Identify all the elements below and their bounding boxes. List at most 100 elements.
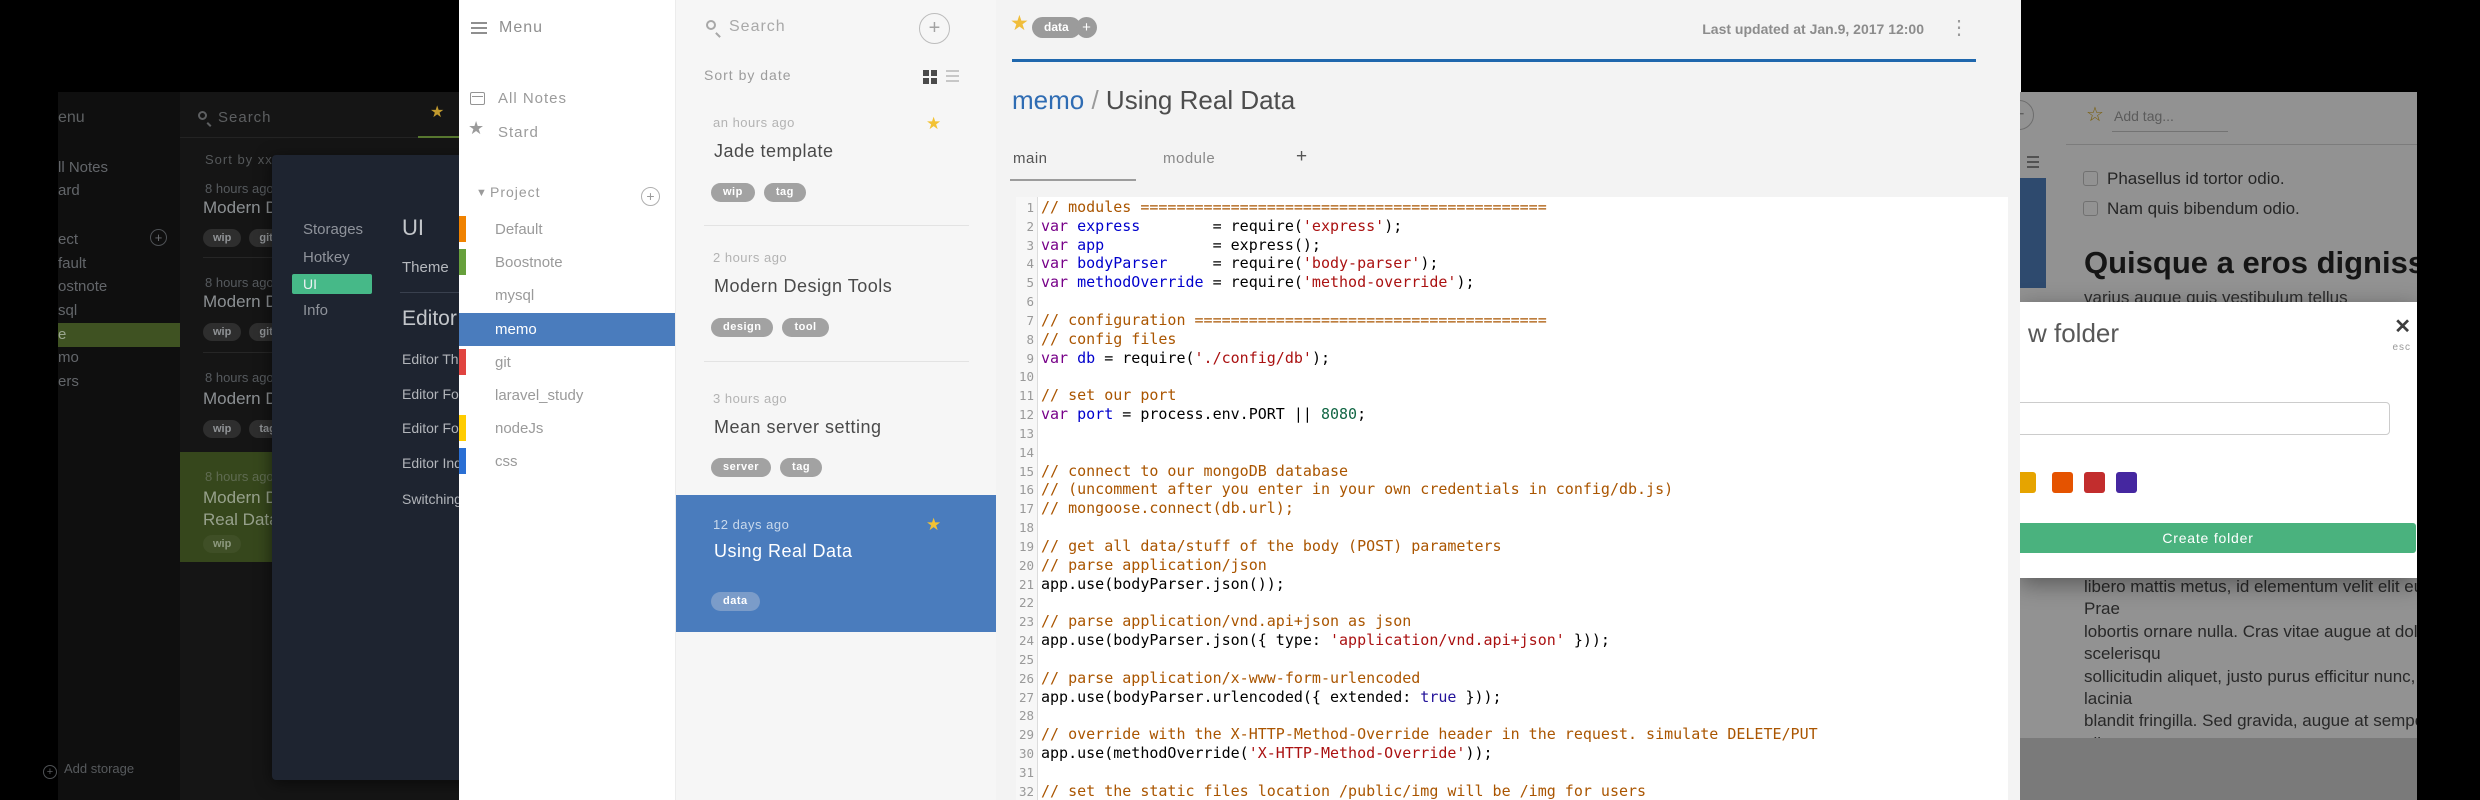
settings-editor-heading: Editor: [402, 307, 457, 330]
dark-sidebar-item[interactable]: ll Notes: [58, 159, 108, 176]
active-tab-underline: [1010, 179, 1136, 181]
sidebar-folder-laravel_study[interactable]: laravel_study: [495, 387, 583, 404]
code-text: var methodOverride = require('method-ove…: [1041, 273, 1475, 292]
code-line: 12 var port = process.env.PORT || 8080;: [1016, 405, 2008, 424]
settings-option: Editor For: [402, 420, 464, 436]
tag-badge[interactable]: wip: [203, 229, 242, 247]
divider: [704, 361, 969, 362]
project-label[interactable]: Project: [490, 184, 541, 200]
code-text: // parse application/x-www-form-urlencod…: [1041, 668, 1421, 687]
note-tags: wip tag: [711, 183, 806, 202]
tag-badge[interactable]: tag: [780, 458, 823, 477]
sidebar-folder-git[interactable]: git: [495, 354, 511, 371]
note-title: Using Real Data: [714, 541, 853, 561]
star-icon[interactable]: ★: [1010, 11, 1029, 36]
chevron-down-icon[interactable]: ▼: [476, 187, 487, 199]
grid-view-icon[interactable]: [923, 70, 929, 76]
search-input[interactable]: Search: [729, 18, 786, 36]
new-folder-modal: w folder ✕ esc Create folder: [2020, 302, 2417, 578]
add-storage-button[interactable]: + Add storage: [43, 761, 134, 779]
code-text: app.use(bodyParser.urlencoded({ extended…: [1041, 687, 1502, 706]
code-line: 13: [1016, 424, 2008, 443]
tag-badge[interactable]: data: [711, 592, 760, 611]
star-icon[interactable]: ★: [926, 114, 941, 134]
sidebar-folder-css[interactable]: css: [495, 453, 518, 470]
add-folder-button[interactable]: +: [641, 187, 660, 206]
dark-sidebar-item[interactable]: sql: [58, 302, 77, 319]
kebab-menu-icon[interactable]: ⋮: [1949, 15, 1969, 40]
tag-badge[interactable]: server: [711, 458, 772, 477]
create-folder-button[interactable]: Create folder: [2020, 523, 2416, 553]
code-text: var express = require('express');: [1041, 216, 1403, 235]
new-tab-button[interactable]: +: [1296, 146, 1307, 168]
star-icon[interactable]: ★: [926, 515, 941, 535]
dark-sort-label[interactable]: Sort by xxx: [205, 152, 280, 167]
sidebar-item-all-notes[interactable]: All Notes: [498, 90, 567, 107]
code-text: var port = process.env.PORT || 8080;: [1041, 405, 1367, 424]
settings-option: Editor The: [402, 351, 467, 367]
dark-sidebar-item[interactable]: mo: [58, 349, 79, 366]
folder-name-input[interactable]: [2020, 402, 2390, 435]
color-swatch[interactable]: [2084, 472, 2105, 493]
code-text: // parse application/vnd.api+json as jso…: [1041, 612, 1412, 631]
menu-label[interactable]: Menu: [499, 19, 543, 37]
code-lines: 1 // modules ============================…: [1016, 198, 2008, 800]
sidebar-folder-nodeJs[interactable]: nodeJs: [495, 420, 543, 437]
dark-sidebar-item[interactable]: ers: [58, 373, 79, 390]
code-text: // connect to our mongoDB database: [1041, 461, 1349, 480]
tag-badge[interactable]: wip: [203, 420, 242, 438]
editor-panel: ★ data + Last updated at Jan.9, 2017 12:…: [996, 0, 2021, 800]
color-swatch[interactable]: [2116, 472, 2137, 493]
list-view-icon[interactable]: [946, 70, 959, 72]
dark-sidebar-item[interactable]: ard: [58, 182, 80, 199]
dark-sidebar-item[interactable]: ect: [58, 231, 78, 248]
sidebar-folder-Boostnote[interactable]: Boostnote: [495, 254, 563, 271]
close-icon[interactable]: ✕: [2394, 314, 2411, 339]
sidebar-item-starred[interactable]: Stard: [498, 124, 539, 141]
code-line: 24 app.use(bodyParser.json({ type: 'appli…: [1016, 631, 2008, 650]
new-note-button[interactable]: +: [919, 13, 950, 44]
color-swatch[interactable]: [2020, 472, 2036, 493]
color-swatch[interactable]: [2052, 472, 2073, 493]
note-title: Using Real Data: [1105, 85, 1296, 115]
add-tag-button[interactable]: +: [1076, 17, 1097, 38]
tag-badge[interactable]: tool: [782, 318, 829, 337]
sidebar-folder-selected[interactable]: memo: [459, 313, 675, 346]
code-editor[interactable]: 1 // modules ============================…: [1016, 197, 2008, 800]
tab-main[interactable]: main: [1013, 150, 1048, 167]
dark-sidebar-item[interactable]: fault: [58, 255, 86, 272]
tag-badge[interactable]: wip: [711, 183, 755, 202]
dark-search-label[interactable]: Search: [218, 109, 272, 126]
modal-title: w folder: [2028, 318, 2120, 348]
code-text: // mongoose.connect(db.url);: [1041, 499, 1294, 518]
note-list-item-selected[interactable]: 12 days ago ★ Using Real Data data: [676, 495, 997, 632]
settings-tab-selected[interactable]: UI: [292, 274, 372, 294]
settings-tab-storages[interactable]: Storages: [303, 221, 363, 238]
sort-selector[interactable]: Sort by date: [704, 67, 792, 83]
note-tag-badge[interactable]: data: [1032, 17, 1081, 38]
star-icon[interactable]: ★: [430, 102, 444, 122]
tab-module[interactable]: module: [1163, 150, 1215, 167]
note-list-panel: Search + Sort by date an hours ago ★ Jade …: [675, 0, 997, 800]
tag-badge[interactable]: wip: [203, 323, 242, 341]
settings-tab-hotkey[interactable]: Hotkey: [303, 249, 350, 266]
line-number: 10: [1018, 369, 1034, 385]
tag-badge[interactable]: design: [711, 318, 774, 337]
dark-tab-underline: [418, 136, 459, 138]
dark-sidebar-item[interactable]: ostnote: [58, 278, 107, 295]
dark-sidebar-item[interactable]: e: [58, 326, 66, 343]
dark-sidebar-selected-row[interactable]: [58, 323, 180, 347]
tag-badge[interactable]: wip: [203, 535, 242, 553]
line-number: 31: [1018, 764, 1034, 780]
breadcrumb-folder[interactable]: memo: [1012, 85, 1084, 115]
hamburger-icon[interactable]: [471, 22, 487, 24]
dark-sidebar-item[interactable]: enu: [58, 109, 85, 127]
sidebar-folder-Default[interactable]: Default: [495, 221, 543, 238]
sidebar-folder-mysql[interactable]: mysql: [495, 287, 534, 304]
tag-badge[interactable]: tag: [763, 183, 806, 202]
code-line: 29 // override with the X-HTTP-Method-Ove…: [1016, 725, 2008, 744]
settings-tab-info[interactable]: Info: [303, 302, 328, 319]
line-number: 7: [1026, 312, 1034, 328]
plus-circle-icon[interactable]: +: [150, 229, 167, 246]
line-number: 18: [1018, 520, 1034, 536]
